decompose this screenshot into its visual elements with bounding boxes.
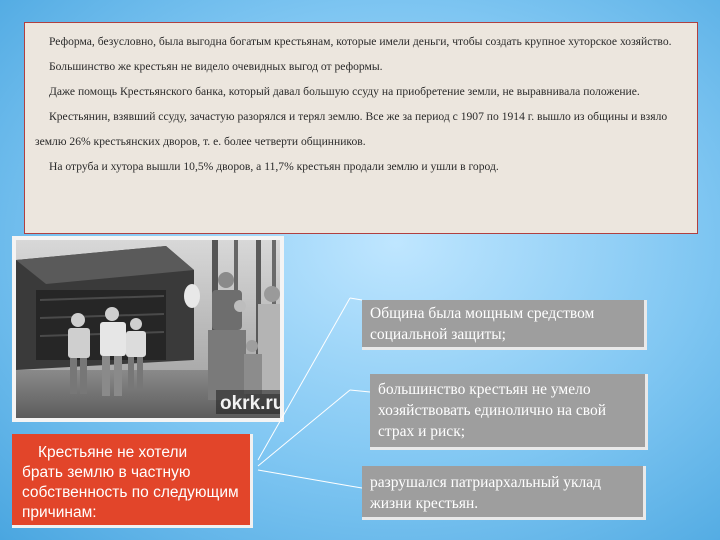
reasons-intro-line1: Крестьяне не хотели [38,444,188,461]
paragraph: Крестьянин, взявший ссуду, зачастую разо… [35,110,668,148]
peasants-photo-image: okrk.ru [16,240,280,418]
paragraph: Большинство же крестьян не видело очевид… [49,60,383,73]
reason-item: Община была мощным средством социальной … [362,300,647,350]
reform-text-block: Реформа, безусловно, была выгодна богаты… [24,22,698,234]
paragraph: На отруба и хутора вышли 10,5% дворов, а… [49,160,499,173]
peasants-photo: okrk.ru [12,236,284,422]
reasons-intro-box: Крестьяне не хотели брать землю в частну… [12,434,253,528]
reasons-intro-line2: брать землю в частную собственность по с… [22,464,239,521]
paragraph: Даже помощь Крестьянского банка, который… [49,85,640,98]
paragraph: Реформа, безусловно, была выгодна богаты… [49,35,672,48]
reason-item: большинство крестьян не умело хозяйствов… [370,374,648,450]
watermark-text: okrk.ru [220,393,280,414]
reason-item: разрушался патриархальный уклад жизни кр… [362,466,646,520]
